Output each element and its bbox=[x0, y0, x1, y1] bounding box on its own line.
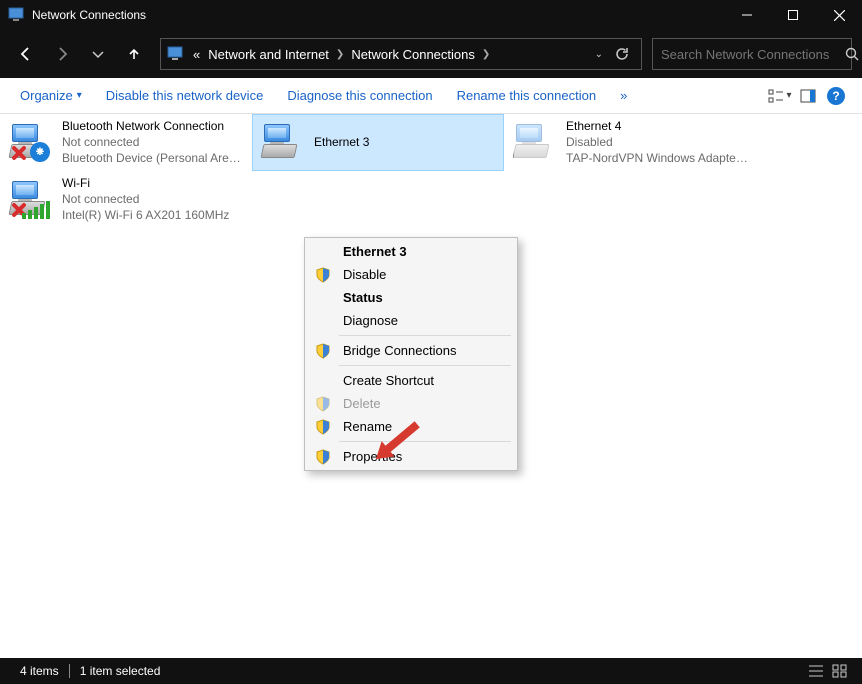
breadcrumb-prefix[interactable]: « bbox=[189, 47, 204, 62]
titlebar: Network Connections bbox=[0, 0, 862, 30]
content-area[interactable]: ⁕ Bluetooth Network Connection Not conne… bbox=[0, 114, 862, 658]
connection-tile-wifi[interactable]: Wi-Fi Not connected Intel(R) Wi-Fi 6 AX2… bbox=[0, 171, 252, 228]
app-icon bbox=[8, 7, 24, 23]
connection-status: Disabled bbox=[566, 134, 750, 150]
nav-forward-button[interactable] bbox=[46, 38, 78, 70]
connection-tile-bluetooth[interactable]: ⁕ Bluetooth Network Connection Not conne… bbox=[0, 114, 252, 171]
rename-button[interactable]: Rename this connection bbox=[445, 88, 608, 103]
overflow-button[interactable]: » bbox=[608, 88, 639, 103]
breadcrumb-segment[interactable]: Network Connections bbox=[347, 47, 479, 62]
disabled-overlay-icon bbox=[514, 122, 554, 162]
connection-device: Intel(R) Wi-Fi 6 AX201 160MHz bbox=[62, 207, 229, 223]
minimize-button[interactable] bbox=[724, 0, 770, 30]
preview-pane-button[interactable] bbox=[794, 82, 822, 110]
help-icon: ? bbox=[827, 87, 845, 105]
command-bar: Organize ▾ Disable this network device D… bbox=[0, 78, 862, 114]
help-button[interactable]: ? bbox=[822, 82, 850, 110]
chevron-down-icon: ▾ bbox=[77, 90, 82, 101]
close-button[interactable] bbox=[816, 0, 862, 30]
refresh-button[interactable] bbox=[609, 47, 635, 61]
search-input[interactable] bbox=[653, 47, 845, 62]
disable-device-button[interactable]: Disable this network device bbox=[94, 88, 276, 103]
ctx-disable[interactable]: Disable bbox=[305, 263, 517, 286]
menu-separator bbox=[339, 441, 511, 442]
menu-separator bbox=[339, 335, 511, 336]
view-options-button[interactable]: ▾ bbox=[766, 82, 794, 110]
shield-icon bbox=[315, 396, 331, 412]
ctx-diagnose[interactable]: Diagnose bbox=[305, 309, 517, 332]
connection-device: Bluetooth Device (Personal Area ... bbox=[62, 150, 246, 166]
connection-name: Ethernet 4 bbox=[566, 118, 750, 134]
shield-icon bbox=[315, 343, 331, 359]
ctx-delete: Delete bbox=[305, 392, 517, 415]
status-bar: 4 items 1 item selected bbox=[0, 658, 862, 684]
connection-name: Ethernet 3 bbox=[314, 134, 369, 150]
error-x-icon bbox=[10, 144, 28, 162]
ctx-bridge[interactable]: Bridge Connections bbox=[305, 339, 517, 362]
status-item-count: 4 items bbox=[10, 664, 69, 678]
shield-icon bbox=[315, 449, 331, 465]
nav-back-button[interactable] bbox=[10, 38, 42, 70]
ctx-status[interactable]: Status bbox=[305, 286, 517, 309]
adapter-icon bbox=[6, 175, 54, 223]
wifi-bars-icon bbox=[22, 201, 50, 219]
tiles-view-button[interactable] bbox=[828, 661, 852, 681]
ctx-create-shortcut[interactable]: Create Shortcut bbox=[305, 369, 517, 392]
address-dropdown-button[interactable]: ⌄ bbox=[589, 49, 609, 60]
connection-name: Bluetooth Network Connection bbox=[62, 118, 246, 134]
menu-separator bbox=[339, 365, 511, 366]
nav-recent-button[interactable] bbox=[82, 38, 114, 70]
chevron-right-icon[interactable]: ❯ bbox=[479, 49, 493, 60]
adapter-icon bbox=[258, 118, 306, 166]
shield-icon bbox=[315, 267, 331, 283]
connection-status: Not connected bbox=[62, 191, 229, 207]
breadcrumb-segment[interactable]: Network and Internet bbox=[204, 47, 333, 62]
connection-tile-ethernet3[interactable]: Ethernet 3 bbox=[252, 114, 504, 171]
organize-menu[interactable]: Organize ▾ bbox=[12, 88, 94, 103]
connection-device: TAP-NordVPN Windows Adapter ... bbox=[566, 150, 750, 166]
chevron-right-icon[interactable]: ❯ bbox=[333, 49, 347, 60]
adapter-icon bbox=[510, 118, 558, 166]
search-icon[interactable] bbox=[845, 47, 859, 61]
shield-icon bbox=[315, 419, 331, 435]
diagnose-button[interactable]: Diagnose this connection bbox=[275, 88, 444, 103]
window-title: Network Connections bbox=[32, 8, 724, 22]
status-selected-count: 1 item selected bbox=[70, 664, 171, 678]
address-bar[interactable]: « Network and Internet ❯ Network Connect… bbox=[160, 38, 642, 70]
search-box[interactable] bbox=[652, 38, 852, 70]
nav-up-button[interactable] bbox=[118, 38, 150, 70]
connection-status: Not connected bbox=[62, 134, 246, 150]
bluetooth-icon: ⁕ bbox=[30, 142, 50, 162]
address-icon bbox=[167, 46, 183, 62]
context-menu-header: Ethernet 3 bbox=[305, 240, 517, 263]
ctx-properties[interactable]: Properties bbox=[305, 445, 517, 468]
context-menu: Ethernet 3 Disable Status Diagnose Bridg… bbox=[304, 237, 518, 471]
maximize-button[interactable] bbox=[770, 0, 816, 30]
details-view-button[interactable] bbox=[804, 661, 828, 681]
adapter-icon: ⁕ bbox=[6, 118, 54, 166]
connection-tile-ethernet4[interactable]: Ethernet 4 Disabled TAP-NordVPN Windows … bbox=[504, 114, 756, 171]
connection-name: Wi-Fi bbox=[62, 175, 229, 191]
navbar: « Network and Internet ❯ Network Connect… bbox=[0, 30, 862, 78]
